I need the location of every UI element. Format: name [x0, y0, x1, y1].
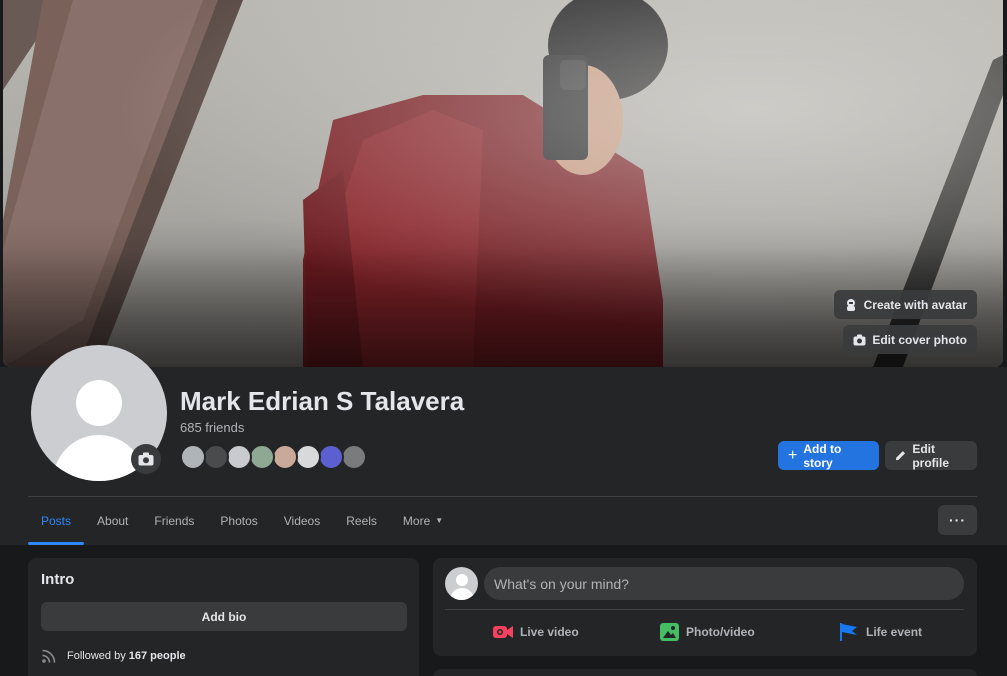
add-to-story-label: Add to story	[803, 441, 842, 470]
add-to-story-button[interactable]: + Add to story	[778, 441, 879, 470]
tab-about[interactable]: About	[84, 497, 141, 545]
intro-title: Intro	[41, 571, 75, 588]
photo-icon	[660, 623, 679, 641]
rss-icon	[42, 649, 56, 663]
edit-cover-photo-label: Edit cover photo	[872, 332, 967, 347]
create-with-avatar-button[interactable]: Create with avatar	[833, 290, 977, 319]
edit-cover-photo-button[interactable]: Edit cover photo	[843, 325, 977, 354]
intro-card: Intro Add bio Followed by 167 people	[28, 558, 419, 676]
more-options-label: ···	[949, 512, 966, 528]
avatar[interactable]	[445, 567, 478, 600]
friend-avatar[interactable]	[226, 444, 252, 470]
edit-profile-label: Edit profile	[912, 441, 950, 470]
followed-by: Followed by 167 people	[41, 648, 186, 664]
pencil-icon	[895, 451, 906, 461]
friend-avatar[interactable]	[295, 444, 321, 470]
tab-more[interactable]: More ▼	[390, 497, 456, 545]
friends-count[interactable]: 685 friends	[180, 420, 244, 435]
friend-avatars	[180, 444, 367, 470]
tab-photos[interactable]: Photos	[207, 497, 270, 545]
profile-name: Mark Edrian S Talavera	[180, 386, 465, 416]
cover-photo[interactable]: Create with avatar Edit cover photo	[3, 0, 1003, 367]
update-profile-picture-button[interactable]	[131, 444, 161, 474]
friend-avatar[interactable]	[203, 444, 229, 470]
whats-on-your-mind-input[interactable]: What's on your mind?	[484, 567, 964, 600]
more-options-button[interactable]: ···	[938, 505, 977, 535]
profile-tabs: Posts About Friends Photos Videos Reels …	[28, 497, 456, 545]
camera-icon	[138, 452, 154, 466]
next-card	[433, 669, 977, 676]
composer-divider	[445, 609, 964, 610]
plus-icon: +	[788, 446, 798, 464]
life-event-button[interactable]: Life event	[839, 620, 922, 644]
friend-avatar[interactable]	[341, 444, 367, 470]
friend-avatar[interactable]	[272, 444, 298, 470]
camera-icon	[853, 334, 866, 345]
create-with-avatar-label: Create with avatar	[863, 297, 967, 312]
live-video-button[interactable]: Live video	[493, 620, 579, 644]
edit-profile-button[interactable]: Edit profile	[885, 441, 977, 470]
friend-avatar[interactable]	[318, 444, 344, 470]
avatar-icon	[846, 298, 855, 311]
tab-reels[interactable]: Reels	[333, 497, 390, 545]
tab-posts[interactable]: Posts	[28, 497, 85, 545]
friend-avatar[interactable]	[249, 444, 275, 470]
tab-friends[interactable]: Friends	[141, 497, 207, 545]
photo-video-button[interactable]: Photo/video	[660, 620, 755, 644]
flag-icon	[840, 623, 857, 641]
caret-down-icon: ▼	[435, 516, 444, 525]
live-video-icon	[493, 626, 513, 638]
tab-videos[interactable]: Videos	[271, 497, 333, 545]
post-composer: What's on your mind? Live video Photo/vi…	[433, 558, 977, 656]
friend-avatar[interactable]	[180, 444, 206, 470]
add-bio-button[interactable]: Add bio	[41, 602, 407, 631]
followed-count[interactable]: 167 people	[129, 650, 186, 662]
